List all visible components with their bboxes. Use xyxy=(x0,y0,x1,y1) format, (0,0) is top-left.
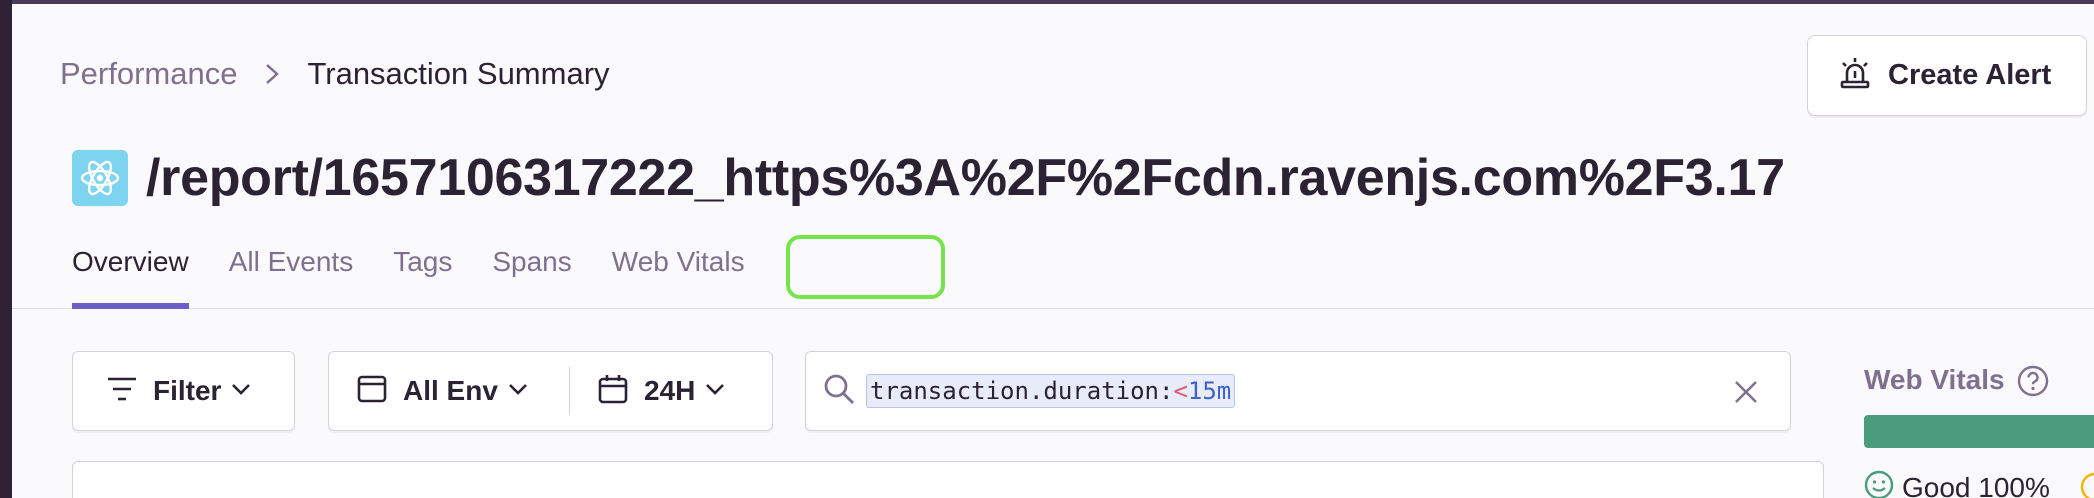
create-alert-label: Create Alert xyxy=(1888,59,2052,91)
header-divider xyxy=(12,308,2094,309)
token-operator: < xyxy=(1173,377,1188,405)
environment-label: All Env xyxy=(403,375,498,406)
meh-face-icon xyxy=(2080,472,2094,498)
web-vitals-title: Web Vitals xyxy=(1864,364,2005,395)
page-title: /report/1657106317222_https%3A%2F%2Fcdn.… xyxy=(146,150,1785,206)
tab-overview[interactable]: Overview xyxy=(72,240,189,309)
breadcrumb-performance-link[interactable]: Performance xyxy=(60,56,237,92)
page-filter-bar: All Env 24H xyxy=(328,351,773,431)
tab-bar: Overview All Events Tags Spans Web Vital… xyxy=(72,240,785,309)
title-row: /report/1657106317222_https%3A%2F%2Fcdn.… xyxy=(72,150,1807,206)
date-range-selector[interactable]: 24H xyxy=(570,352,725,430)
question-circle-icon[interactable] xyxy=(2017,365,2049,397)
tab-all-events[interactable]: All Events xyxy=(229,240,354,308)
chevron-down-icon xyxy=(508,382,528,401)
siren-icon xyxy=(1838,56,1872,95)
breadcrumb: Performance Transaction Summary xyxy=(60,56,610,92)
chevron-right-icon xyxy=(259,61,285,87)
close-icon[interactable] xyxy=(1732,378,1760,406)
date-range-label: 24H xyxy=(644,375,696,406)
filter-button[interactable]: Filter xyxy=(72,351,295,431)
environment-selector[interactable]: All Env xyxy=(329,352,569,430)
search-icon xyxy=(822,372,856,411)
tab-tags[interactable]: Tags xyxy=(393,240,452,308)
create-alert-button[interactable]: Create Alert xyxy=(1807,35,2087,116)
chevron-down-icon xyxy=(231,382,251,401)
web-vitals-good-legend: Good 100% xyxy=(1864,470,2050,498)
web-vitals-good-label: Good 100% xyxy=(1902,471,2050,498)
filter-label: Filter xyxy=(153,375,222,406)
tab-spans[interactable]: Spans xyxy=(492,240,571,308)
search-query-token[interactable]: transaction.duration:<15m xyxy=(866,374,1236,408)
happy-face-icon xyxy=(1864,470,1894,498)
chevron-down-icon xyxy=(705,382,725,401)
calendar-icon xyxy=(598,374,628,409)
web-vitals-good-bar xyxy=(1864,415,2094,448)
react-atom-icon xyxy=(72,150,128,206)
tab-web-vitals[interactable]: Web Vitals xyxy=(612,240,745,308)
filter-lines-icon xyxy=(107,376,137,407)
chart-panel xyxy=(72,461,1824,498)
token-value: 15m xyxy=(1187,377,1232,405)
window-icon xyxy=(357,374,387,409)
app-sidebar-edge xyxy=(0,0,12,498)
search-input[interactable]: transaction.duration:<15m xyxy=(805,351,1791,431)
breadcrumb-current: Transaction Summary xyxy=(307,56,610,91)
token-key: transaction.duration: xyxy=(870,377,1174,405)
highlighted-tab-slot[interactable] xyxy=(786,235,945,299)
